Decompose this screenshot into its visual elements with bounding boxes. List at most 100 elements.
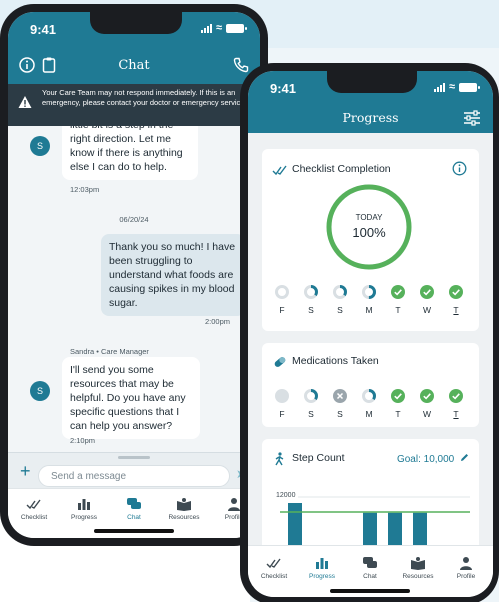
drag-handle[interactable] bbox=[118, 456, 150, 459]
info-icon[interactable] bbox=[452, 161, 467, 176]
tab-bar: Checklist Progress Chat Resources Profil… bbox=[248, 545, 493, 597]
notch bbox=[327, 71, 417, 93]
check-complete-icon bbox=[420, 389, 434, 403]
day-indicator[interactable]: W bbox=[419, 389, 435, 419]
message-time: 2:10pm bbox=[70, 436, 96, 445]
bar-chart-icon bbox=[316, 558, 328, 569]
emergency-banner: Your Care Team may not respond immediate… bbox=[8, 84, 260, 126]
date-divider: 06/20/24 bbox=[119, 215, 149, 224]
checklist-icon bbox=[272, 165, 287, 176]
day-label: T bbox=[453, 409, 459, 419]
message-bubble-mine: Thank you so much! I have been strugglin… bbox=[101, 234, 245, 316]
tab-chat[interactable]: Chat bbox=[346, 556, 394, 580]
status-time: 9:41 bbox=[30, 22, 57, 37]
avatar[interactable]: S bbox=[30, 136, 50, 156]
tab-progress[interactable]: Progress bbox=[298, 556, 346, 580]
chat-icon bbox=[363, 557, 377, 568]
add-attachment-icon[interactable]: + bbox=[20, 462, 31, 480]
partial-progress-icon bbox=[304, 389, 318, 403]
day-indicator[interactable]: F bbox=[274, 285, 290, 315]
tab-profile[interactable]: Profile bbox=[442, 556, 490, 580]
day-indicator[interactable]: S bbox=[303, 285, 319, 315]
partial-progress-icon bbox=[362, 285, 376, 299]
day-indicator[interactable]: S bbox=[332, 285, 348, 315]
day-indicator[interactable]: M bbox=[361, 389, 377, 419]
completion-ring: TODAY 100% bbox=[324, 182, 414, 272]
chat-screen: 9:41 ≈ Chat Your Care Team may not respo… bbox=[8, 12, 260, 538]
phone-progress: 9:41 ≈ Progress Checklist Completion TOD… bbox=[240, 63, 499, 602]
banner-text: Your Care Team may not respond immediate… bbox=[42, 88, 251, 107]
book-icon bbox=[411, 557, 425, 570]
ring-label: TODAY bbox=[355, 213, 383, 222]
tab-progress[interactable]: Progress bbox=[60, 497, 108, 521]
day-label: T bbox=[453, 305, 459, 315]
pill-icon bbox=[274, 357, 286, 367]
check-complete-icon bbox=[420, 285, 434, 299]
checklist-title: Checklist Completion bbox=[292, 163, 391, 175]
tab-label: Checklist bbox=[20, 514, 48, 521]
check-complete-icon bbox=[391, 285, 405, 299]
edit-icon[interactable] bbox=[460, 453, 469, 462]
goal-label[interactable]: Goal: 10,000 bbox=[397, 453, 469, 465]
tab-label: Progress bbox=[308, 573, 335, 580]
day-indicator[interactable]: T bbox=[448, 285, 464, 315]
warning-icon bbox=[18, 96, 32, 108]
tab-resources[interactable]: Resources bbox=[394, 556, 442, 580]
checklist-icon bbox=[266, 558, 281, 569]
checklist-days: FSSMTWT bbox=[270, 285, 470, 325]
progress-content[interactable]: Checklist Completion TODAY 100% F S S M T W T bbox=[248, 133, 493, 569]
tab-label: Resources bbox=[168, 514, 200, 521]
day-indicator[interactable]: S bbox=[303, 389, 319, 419]
day-label: F bbox=[279, 305, 285, 315]
tab-checklist[interactable]: Checklist bbox=[250, 556, 298, 580]
day-indicator[interactable]: S bbox=[332, 389, 348, 419]
progress-screen: 9:41 ≈ Progress Checklist Completion TOD… bbox=[248, 71, 493, 597]
ring-value: 100% bbox=[352, 225, 386, 240]
signal-icon bbox=[200, 23, 212, 33]
day-indicator[interactable]: F bbox=[274, 389, 290, 419]
checklist-card[interactable]: Checklist Completion TODAY 100% F S S M T W T bbox=[262, 149, 479, 331]
day-label: W bbox=[422, 305, 432, 315]
y-tick-label: 12000 bbox=[276, 492, 296, 499]
day-indicator[interactable]: T bbox=[390, 389, 406, 419]
tab-chat[interactable]: Chat bbox=[110, 497, 158, 521]
message-list[interactable]: S little bit is a step in the right dire… bbox=[8, 126, 260, 452]
notch bbox=[90, 12, 182, 34]
signal-icon bbox=[433, 82, 445, 92]
partial-progress-icon bbox=[362, 389, 376, 403]
progress-title: Progress bbox=[342, 110, 399, 125]
check-complete-icon bbox=[449, 285, 463, 299]
day-label: W bbox=[422, 409, 432, 419]
battery-icon bbox=[226, 23, 247, 33]
day-label: S bbox=[308, 305, 314, 315]
status-icons: ≈ bbox=[200, 23, 247, 34]
medications-card[interactable]: Medications Taken F S S M T W T bbox=[262, 343, 479, 427]
message-input[interactable]: Send a message bbox=[38, 465, 230, 487]
tab-label: Chat bbox=[363, 573, 377, 580]
partial-progress-icon bbox=[333, 285, 347, 299]
check-complete-icon bbox=[391, 389, 405, 403]
battery-icon bbox=[459, 82, 480, 92]
day-indicator[interactable]: W bbox=[419, 285, 435, 315]
partial-progress-icon bbox=[304, 285, 318, 299]
sliders-icon[interactable] bbox=[463, 110, 481, 126]
home-indicator[interactable] bbox=[94, 529, 174, 533]
person-icon bbox=[460, 557, 472, 570]
sender-name: Sandra • Care Manager bbox=[70, 347, 149, 356]
day-label: T bbox=[395, 305, 401, 315]
day-indicator[interactable]: T bbox=[390, 285, 406, 315]
tab-label: Profile bbox=[456, 573, 476, 580]
tab-resources[interactable]: Resources bbox=[160, 497, 208, 521]
tab-label: Chat bbox=[127, 514, 141, 521]
message-bubble: little bit is a step in the right direct… bbox=[62, 126, 198, 180]
day-indicator[interactable]: T bbox=[448, 389, 464, 419]
tab-checklist[interactable]: Checklist bbox=[10, 497, 58, 521]
day-indicator[interactable]: M bbox=[361, 285, 377, 315]
home-indicator[interactable] bbox=[330, 589, 410, 593]
avatar[interactable]: S bbox=[30, 381, 50, 401]
status-icons: ≈ bbox=[433, 82, 480, 93]
check-complete-icon bbox=[449, 389, 463, 403]
day-label: T bbox=[395, 409, 401, 419]
bar-chart-icon bbox=[78, 499, 90, 510]
phone-chat: 9:41 ≈ Chat Your Care Team may not respo… bbox=[0, 4, 268, 546]
